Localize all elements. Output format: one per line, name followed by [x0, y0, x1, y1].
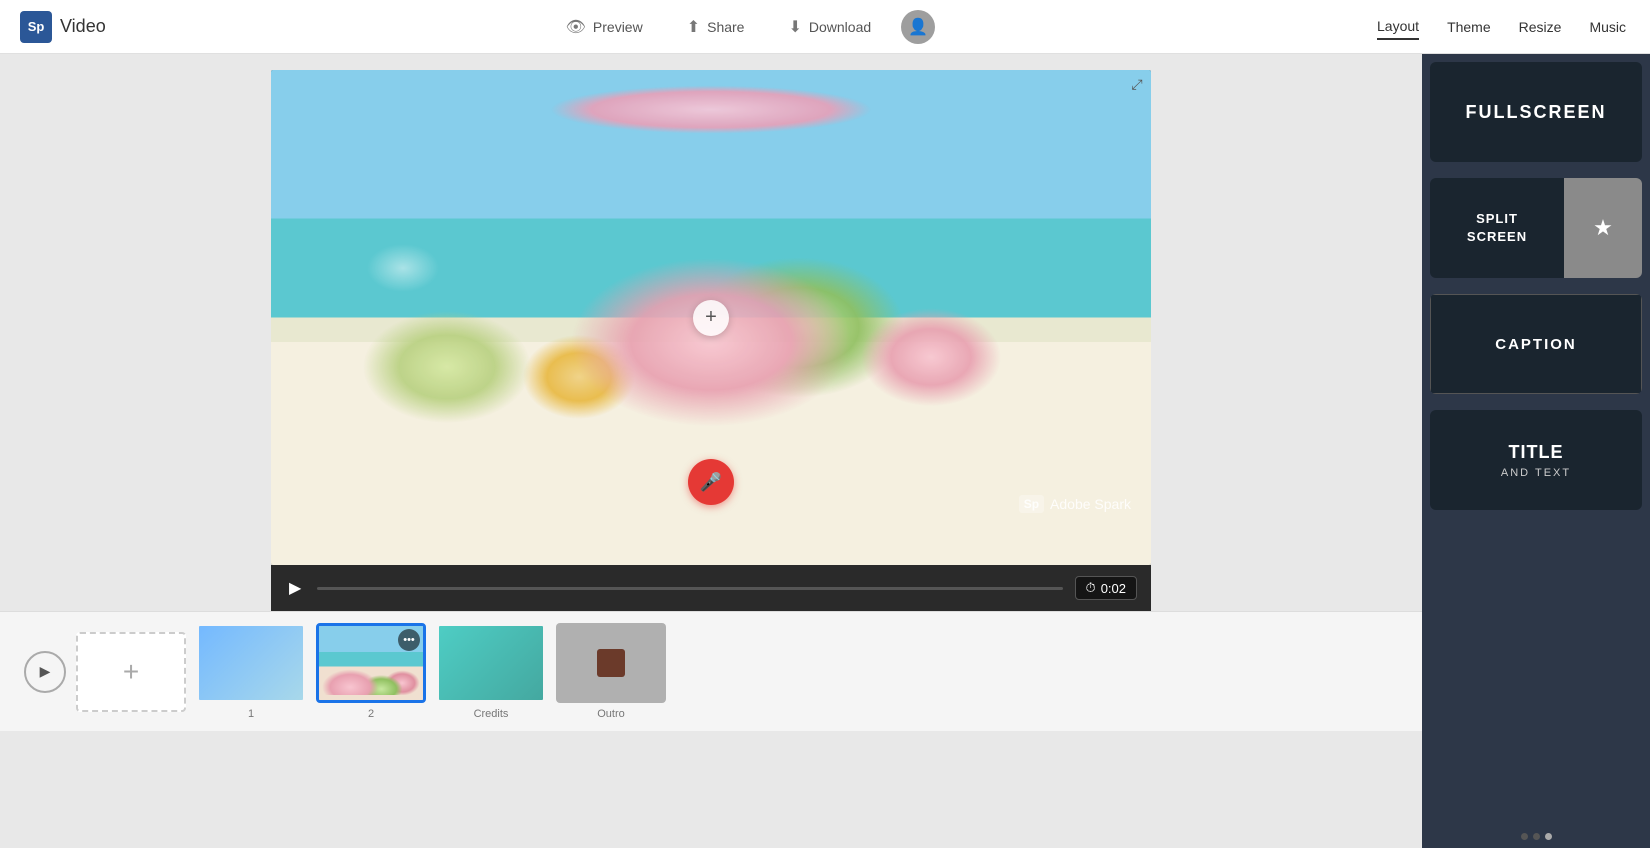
- title-sub: AND TEXT: [1501, 467, 1571, 479]
- play-button[interactable]: ▶: [285, 574, 305, 602]
- layout-tab[interactable]: Layout: [1377, 14, 1419, 40]
- panel-dot-3[interactable]: [1545, 833, 1552, 840]
- logo-badge: Sp: [20, 11, 52, 43]
- video-canvas: Sp Adobe Spark + 🎤: [271, 70, 1151, 565]
- slide-2-number: 2: [316, 708, 426, 720]
- credits-label: Credits: [436, 708, 546, 720]
- title-main: TITLE: [1509, 442, 1564, 463]
- layout-caption-card[interactable]: CAPTION: [1430, 294, 1642, 394]
- timeline-item-outro: Outro: [556, 623, 666, 720]
- split-screen-left: SPLITSCREEN: [1430, 178, 1564, 278]
- timeline-play-button[interactable]: ▶: [24, 651, 66, 693]
- add-icon: +: [123, 656, 139, 688]
- outro-label: Outro: [556, 708, 666, 720]
- split-screen-right: ★: [1564, 178, 1642, 278]
- eye-icon: 👁: [566, 17, 586, 37]
- watermark-text: Adobe Spark: [1050, 496, 1131, 512]
- microphone-button[interactable]: 🎤: [688, 459, 734, 505]
- share-icon: ⬆: [687, 17, 700, 37]
- panel-pagination-dots: [1422, 825, 1650, 848]
- layout-title-card[interactable]: TITLE AND TEXT: [1430, 410, 1642, 510]
- clock-icon: ⏱: [1086, 580, 1096, 596]
- resize-tab[interactable]: Resize: [1519, 15, 1562, 39]
- right-panel: FULLSCREEN SPLITSCREEN ★ CAPTION TITLE: [1422, 54, 1650, 848]
- mic-icon: 🎤: [700, 472, 722, 493]
- star-icon: ★: [1593, 215, 1613, 241]
- user-avatar[interactable]: 👤: [901, 10, 935, 44]
- fullscreen-icon[interactable]: ⤢: [1123, 70, 1151, 98]
- app-logo: Sp Video: [0, 11, 126, 43]
- video-controls: ▶ ⏱ 0:02: [271, 565, 1151, 611]
- share-button[interactable]: ⬆ Share: [665, 9, 767, 45]
- preview-button[interactable]: 👁 Preview: [544, 9, 665, 45]
- time-display: ⏱ 0:02: [1075, 576, 1137, 600]
- split-screen-container: SPLITSCREEN ★: [1430, 178, 1642, 278]
- more-icon: •••: [403, 634, 415, 646]
- caption-label: CAPTION: [1430, 294, 1642, 394]
- add-slide-button[interactable]: +: [76, 632, 186, 712]
- timeline-item-2: ••• 2: [316, 623, 426, 720]
- timeline-thumb-credits[interactable]: [436, 623, 546, 703]
- app-name: Video: [60, 16, 106, 37]
- main-layout: ⤢ Sp Adobe Spark + 🎤 ▶: [0, 54, 1650, 848]
- layout-split-card[interactable]: SPLITSCREEN ★: [1430, 178, 1642, 278]
- download-button[interactable]: ⬇ Download: [766, 9, 893, 45]
- watermark: Sp Adobe Spark: [1019, 495, 1131, 513]
- outro-thumb[interactable]: [556, 623, 666, 703]
- progress-bar[interactable]: [317, 587, 1062, 590]
- panel-dot-2[interactable]: [1533, 833, 1540, 840]
- slide-1-number: 1: [196, 708, 306, 720]
- timeline-thumb-1[interactable]: [196, 623, 306, 703]
- header-right-nav: Layout Theme Resize Music: [1353, 14, 1650, 40]
- thumb-bg-credits: [439, 626, 543, 700]
- canvas-area: ⤢ Sp Adobe Spark + 🎤 ▶: [0, 54, 1422, 848]
- timeline: ▶ + 1 •••: [0, 611, 1422, 731]
- title-text-container: TITLE AND TEXT: [1430, 410, 1642, 510]
- fullscreen-label: FULLSCREEN: [1430, 62, 1642, 162]
- thumb-flower-colors: [319, 655, 423, 695]
- panel-dot-1[interactable]: [1521, 833, 1528, 840]
- timeline-item-credits: Credits: [436, 623, 546, 720]
- download-icon: ⬇: [788, 17, 801, 37]
- panel-spacer: [1422, 518, 1650, 825]
- layout-fullscreen-card[interactable]: FULLSCREEN: [1430, 62, 1642, 162]
- canvas-wrapper: ⤢ Sp Adobe Spark + 🎤 ▶: [271, 70, 1151, 611]
- add-content-button[interactable]: +: [693, 300, 729, 336]
- outro-icon: [597, 649, 625, 677]
- slide-2-more-button[interactable]: •••: [398, 629, 420, 651]
- header: Sp Video 👁 Preview ⬆ Share ⬇ Download 👤 …: [0, 0, 1650, 54]
- play-icon: ▶: [40, 663, 51, 680]
- theme-tab[interactable]: Theme: [1447, 15, 1491, 39]
- music-tab[interactable]: Music: [1589, 15, 1626, 39]
- thumb-bg-1: [199, 626, 303, 700]
- header-center-nav: 👁 Preview ⬆ Share ⬇ Download 👤: [126, 9, 1353, 45]
- watermark-sp-badge: Sp: [1019, 495, 1044, 513]
- timeline-item-1: 1: [196, 623, 306, 720]
